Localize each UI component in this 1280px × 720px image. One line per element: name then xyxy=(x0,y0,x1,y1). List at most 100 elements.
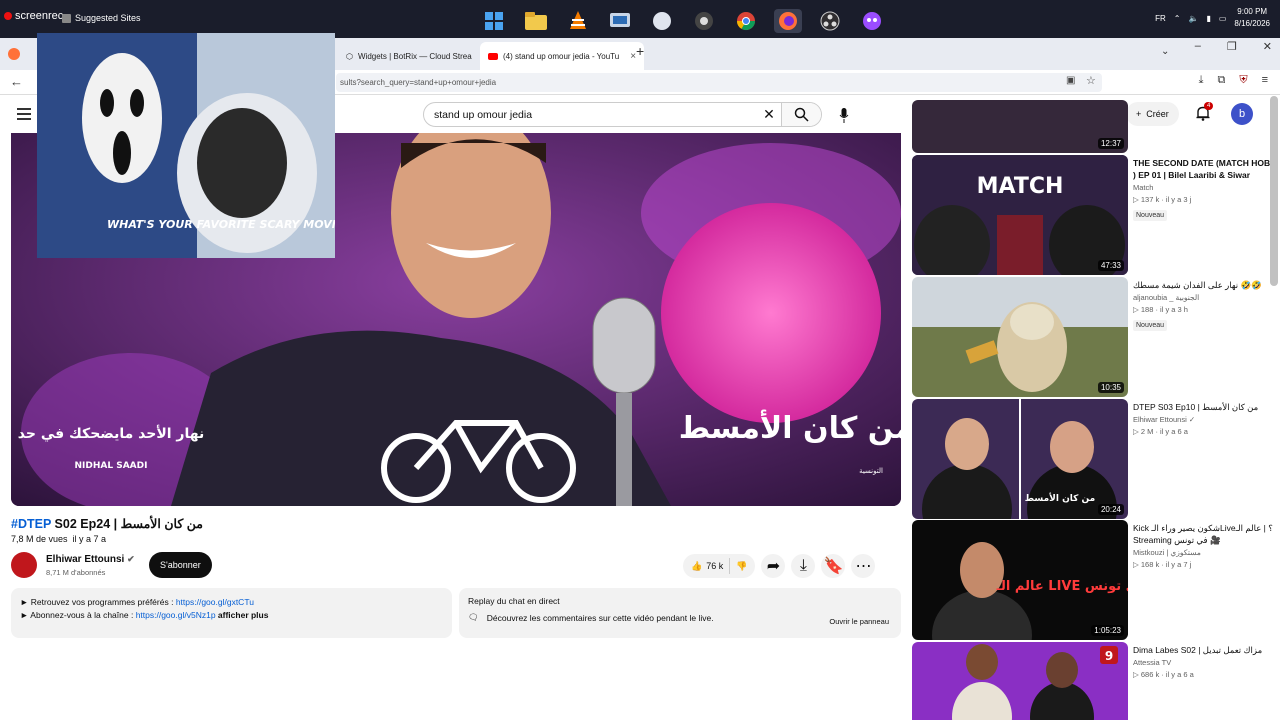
search-button[interactable] xyxy=(781,103,821,126)
more-actions-button[interactable]: ⋯ xyxy=(851,554,876,578)
widget-icon: ⬡ xyxy=(346,51,353,61)
channel-name-text: Elhiwar Ettounsi xyxy=(46,554,125,565)
battery-icon[interactable]: ▭ xyxy=(1219,14,1227,23)
bookmark-star-icon[interactable]: ☆ xyxy=(1086,74,1096,87)
tab-youtube[interactable]: (4) stand up omour jedia - YouTu × xyxy=(480,42,645,70)
close-window-icon[interactable]: ✕ xyxy=(1263,40,1272,53)
video-title[interactable]: Dima Labes S02 | مزاك تعمل تبديل xyxy=(1133,644,1273,656)
suggested-sites-link[interactable]: Suggested Sites xyxy=(62,13,141,23)
extensions-icon[interactable]: ⧉ xyxy=(1217,74,1225,87)
open-panel-button[interactable]: Ouvrir le panneau xyxy=(829,617,889,626)
recommendation-item[interactable]: 9 Dima Labes S02 | مزاك تعمل تبديل Attes… xyxy=(912,642,1272,720)
file-explorer-icon[interactable] xyxy=(522,9,550,33)
thumbnail-image: MATCH xyxy=(912,155,1128,275)
like-count: 76 k xyxy=(706,561,724,571)
gamer-app-icon[interactable] xyxy=(690,9,718,33)
recommendation-item[interactable]: من كان الأمسط 20:24 DTEP S03 Ep10 | من ك… xyxy=(912,399,1272,519)
subscribe-link[interactable]: https://goo.gl/v5Nz1p xyxy=(136,610,216,620)
wifi-icon[interactable]: ▮ xyxy=(1206,14,1210,23)
search-bar[interactable]: stand up omour jedia ✕ xyxy=(423,102,822,127)
emulator-icon[interactable] xyxy=(858,9,886,33)
thumbnail-image: 9 xyxy=(912,642,1128,720)
ublock-icon[interactable]: ⛨ xyxy=(1239,74,1247,87)
video-thumbnail[interactable]: 10:35 xyxy=(912,277,1128,397)
clear-search-icon[interactable]: ✕ xyxy=(757,106,781,123)
video-info: THE SECOND DATE (MATCH HOB ) EP 01 | Bil… xyxy=(1133,157,1273,222)
chat-replay-box: Replay du chat en direct 🗨 Découvrez les… xyxy=(459,588,901,638)
channel-name[interactable]: Match xyxy=(1133,183,1273,192)
taskbar-apps xyxy=(480,9,886,33)
programs-link[interactable]: https://goo.gl/gxtCTu xyxy=(176,597,254,607)
save-button[interactable]: 🔖 xyxy=(821,554,846,578)
reader-view-icon[interactable]: ▣ xyxy=(1066,75,1075,86)
video-thumbnail[interactable]: عالم الـ LIVE في تونس 1:05:23 xyxy=(912,520,1128,640)
like-button[interactable]: 👍 76 k xyxy=(691,561,723,572)
video-title[interactable]: THE SECOND DATE (MATCH HOB ) EP 01 | Bil… xyxy=(1133,157,1273,181)
obs-icon[interactable] xyxy=(816,9,844,33)
channel-name[interactable]: Mistkouzi | مستكوزي xyxy=(1133,548,1273,557)
video-info: Kick شكون يصير وراء الـLive؟ | عالم الـ … xyxy=(1133,522,1273,569)
video-duration: 20:24 xyxy=(1097,504,1124,515)
volume-icon[interactable]: 🔈 xyxy=(1188,14,1198,23)
subscribe-button[interactable]: S'abonner xyxy=(149,552,212,578)
description-box[interactable]: ► Retrouvez vos programmes préférés : ht… xyxy=(11,588,452,638)
thumbnail-image xyxy=(912,277,1128,397)
video-thumbnail[interactable]: من كان الأمسط 20:24 xyxy=(912,399,1128,519)
window-controls: – ❐ ✕ xyxy=(1195,40,1272,53)
video-duration: 12:37 xyxy=(1097,138,1124,149)
clock[interactable]: 9:00 PM 8/16/2026 xyxy=(1234,6,1270,30)
new-tab-button[interactable]: + xyxy=(636,43,644,59)
recommendation-item[interactable]: 12:37 xyxy=(912,100,1272,153)
video-meta: 7,8 M de vues il y a 7 a xyxy=(11,534,106,544)
share-button[interactable]: ➦ xyxy=(761,554,786,578)
firefox-icon[interactable] xyxy=(774,9,802,33)
video-thumbnail[interactable]: 12:37 xyxy=(912,100,1128,153)
language-indicator[interactable]: FR xyxy=(1155,14,1166,23)
description-line-2: ► Abonnez-vous à la chaîne : https://goo… xyxy=(20,609,443,622)
video-meta: ▷ 2 M · il y a 6 a xyxy=(1133,427,1188,436)
video-title[interactable]: DTEP S03 Ep10 | من كان الأمسط xyxy=(1133,401,1273,413)
more-icon: ⋯ xyxy=(855,558,872,575)
show-more-link[interactable]: afficher plus xyxy=(218,610,269,620)
network-tool-icon[interactable] xyxy=(606,9,634,33)
thumbs-down-icon[interactable]: 👎 xyxy=(736,561,747,572)
chevron-up-icon[interactable]: ⌃ xyxy=(1174,14,1181,23)
video-title[interactable]: نهار على الفدان شيمة مسطك 🤣🤣 xyxy=(1133,279,1273,291)
screenrec-indicator[interactable]: screenrec xyxy=(4,10,63,22)
channel-name[interactable]: Elhiwar Ettounsi ✔ xyxy=(46,554,135,565)
menu-icon[interactable]: ≡ xyxy=(1262,74,1268,87)
hashtag-link[interactable]: #DTEP xyxy=(11,517,51,531)
video-thumbnail[interactable]: 9 xyxy=(912,642,1128,720)
download-button[interactable]: ⤓ xyxy=(791,554,816,578)
page-scrollbar[interactable] xyxy=(1270,96,1278,286)
video-thumbnail[interactable]: MATCH 47:33 xyxy=(912,155,1128,275)
minimize-icon[interactable]: – xyxy=(1195,40,1201,53)
channel-name[interactable]: Elhiwar Ettounsi ✓ xyxy=(1133,415,1273,424)
hamburger-menu-icon[interactable] xyxy=(17,108,31,120)
search-input[interactable]: stand up omour jedia xyxy=(434,109,757,121)
channel-name[interactable]: aljanoubia _ الجنوبية xyxy=(1133,293,1273,302)
tab-list-chevron-icon[interactable]: ⌄ xyxy=(1161,46,1169,57)
voice-search-button[interactable] xyxy=(834,105,854,125)
recommendation-item[interactable]: 10:35 نهار على الفدان شيمة مسطك 🤣🤣 aljan… xyxy=(912,277,1272,397)
tab-title: (4) stand up omour jedia - YouTu xyxy=(503,51,620,61)
channel-name[interactable]: Attessia TV xyxy=(1133,658,1273,667)
url-field[interactable]: sults?search_query=stand+up+omour+jedia xyxy=(336,73,1102,92)
maximize-icon[interactable]: ❐ xyxy=(1227,40,1237,53)
chrome-icon[interactable] xyxy=(732,9,760,33)
thumbnail-text: MATCH xyxy=(977,174,1064,199)
app-circle-icon[interactable] xyxy=(648,9,676,33)
vlc-icon[interactable] xyxy=(564,9,592,33)
video-title[interactable]: Kick شكون يصير وراء الـLive؟ | عالم الـ … xyxy=(1133,522,1273,546)
windows-start-icon[interactable] xyxy=(480,9,508,33)
webcam-frame: WHAT'S YOUR FAVORITE SCARY MOVIE xyxy=(37,33,335,258)
download-icon[interactable]: ⤓ xyxy=(1199,74,1204,87)
video-info: نهار على الفدان شيمة مسطك 🤣🤣 aljanoubia … xyxy=(1133,279,1273,332)
tab-botrix[interactable]: ⬡ Widgets | BotRix — Cloud Strea × xyxy=(338,42,497,70)
firefox-menu-icon[interactable] xyxy=(8,48,20,60)
channel-avatar[interactable] xyxy=(11,552,37,578)
recommendation-item[interactable]: MATCH 47:33 THE SECOND DATE (MATCH HOB )… xyxy=(912,155,1272,275)
back-arrow-icon[interactable]: ← xyxy=(10,74,23,89)
recommendation-item[interactable]: عالم الـ LIVE في تونس 1:05:23 Kick شكون … xyxy=(912,520,1273,640)
upload-age: il y a 7 a xyxy=(72,534,107,544)
